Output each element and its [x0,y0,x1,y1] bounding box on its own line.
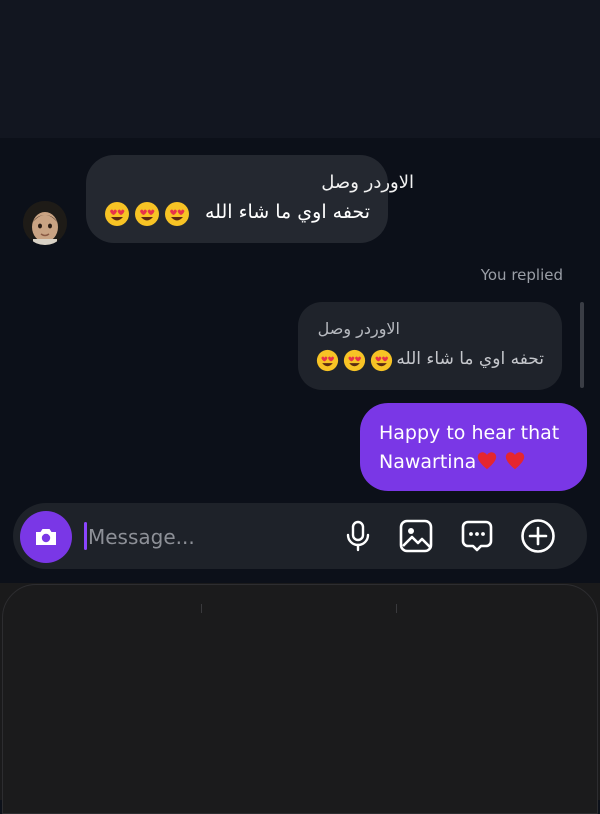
message-input[interactable] [86,520,320,554]
outgoing-message-line2-row: Nawartina [379,448,579,477]
heart-eyes-emoji-icon [370,349,393,372]
heart-eyes-emoji-icon [343,349,366,372]
quoted-message-bubble[interactable] [298,302,562,390]
sheet-divider [201,604,202,613]
heart-eyes-emoji-icon [135,202,159,226]
header-area [0,0,600,138]
camera-icon [36,529,56,545]
outgoing-message-text: Happy to hear that Nawartina [379,419,579,477]
outgoing-message-line1: Happy to hear that [379,422,560,444]
red-heart-icon [506,452,525,470]
red-heart-icon [478,452,497,470]
reply-indicator-line [580,302,584,388]
quoted-message-line2: تحفه اوي ما شاء الله [396,349,544,369]
reply-status-label: You replied [480,266,563,284]
incoming-message-line2: تحفه اوي ما شاء الله [205,201,370,223]
camera-button[interactable] [20,511,72,563]
image-icon [399,519,433,553]
outgoing-message-line2: Nawartina [379,451,477,473]
microphone-icon [346,520,370,552]
sticker-icon [461,520,493,552]
plus-icon [521,519,555,553]
quoted-emojis [316,349,393,372]
bottom-sheet[interactable] [2,584,598,814]
more-options-button[interactable] [520,518,556,554]
microphone-button[interactable] [340,518,376,554]
incoming-emojis [104,201,190,227]
quoted-message-line1: الاوردر وصل [317,319,400,338]
sheet-divider [396,604,397,613]
incoming-message-bubble[interactable] [86,155,388,243]
sticker-button[interactable] [459,518,495,554]
incoming-message-line1: الاوردر وصل [321,172,414,193]
heart-eyes-emoji-icon [316,349,339,372]
heart-eyes-emoji-icon [105,202,129,226]
gallery-button[interactable] [398,518,434,554]
heart-eyes-emoji-icon [165,202,189,226]
sender-avatar[interactable] [23,201,67,245]
